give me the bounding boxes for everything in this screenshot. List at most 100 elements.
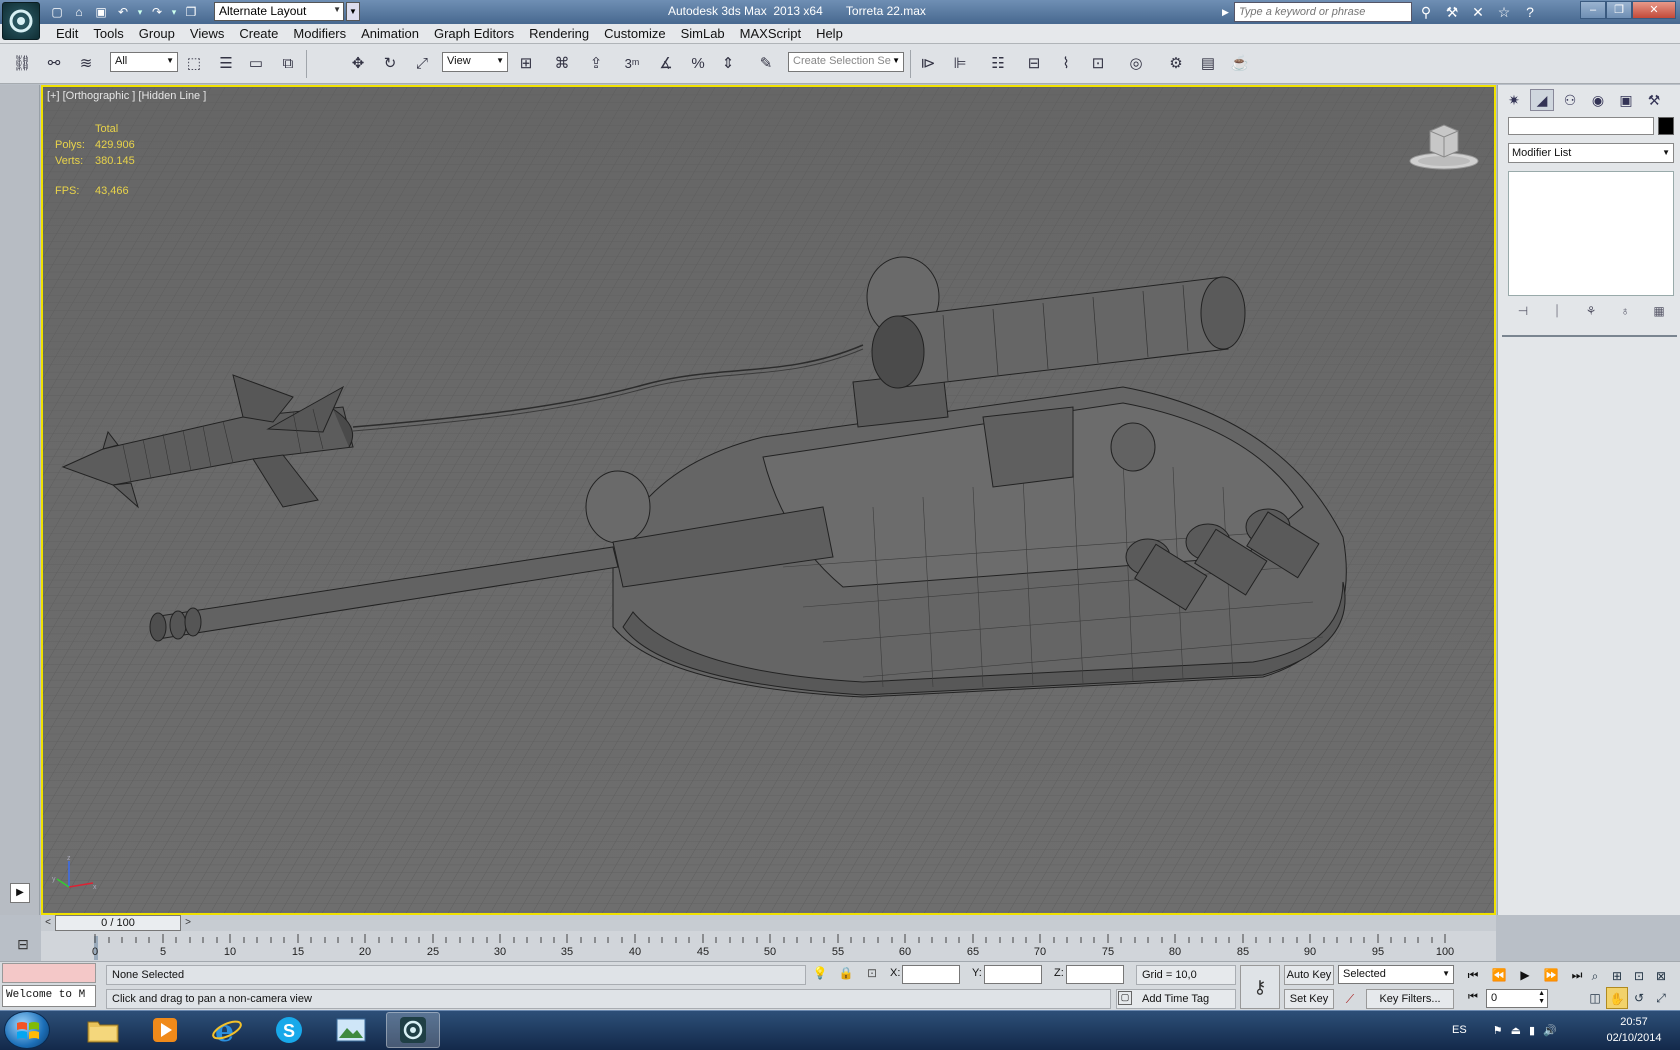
select-and-link-icon[interactable]: ⛓ (10, 51, 34, 75)
pin-stack-icon[interactable]: ⊣ (1512, 301, 1534, 321)
infocenter-search[interactable] (1234, 2, 1412, 22)
media-player-taskbar-icon[interactable] (138, 1012, 192, 1048)
play-icon[interactable]: ▶ (1514, 965, 1536, 985)
prev-frame-icon[interactable]: < (41, 915, 55, 931)
make-unique-icon[interactable]: ⚘ (1580, 301, 1602, 321)
select-object-icon[interactable]: ⬚ (182, 51, 206, 75)
menu-item-group[interactable]: Group (133, 26, 184, 42)
snaps-toggle-icon[interactable]: 3ᵐ (620, 51, 644, 75)
menu-item-rendering[interactable]: Rendering (523, 26, 598, 42)
modify-tab-icon[interactable]: ◢ (1530, 89, 1554, 111)
minimize-icon[interactable]: – (1580, 1, 1606, 19)
menu-item-create[interactable]: Create (233, 26, 287, 42)
start-button[interactable] (4, 1011, 50, 1049)
curve-editor-icon[interactable]: ⌇ (1054, 51, 1078, 75)
hierarchy-tab-icon[interactable]: ⚇ (1558, 89, 1582, 111)
3dsmax-taskbar-icon[interactable] (386, 1012, 440, 1048)
menu-item-modifiers[interactable]: Modifiers (287, 26, 355, 42)
zoom-icon[interactable]: ⌕ (1584, 965, 1606, 987)
layer-manager-icon[interactable]: ☷ (986, 51, 1010, 75)
x-coordinate-field[interactable] (902, 965, 960, 984)
photo-viewer-taskbar-icon[interactable] (324, 1012, 378, 1048)
show-end-result-icon[interactable]: ⏐ (1546, 301, 1568, 321)
select-and-scale-icon[interactable]: ⤢ (410, 51, 434, 75)
favorites-star-icon[interactable]: ☆ (1494, 2, 1514, 22)
menu-item-simlab[interactable]: SimLab (675, 26, 734, 42)
time-slider-thumb[interactable]: 0 / 100 (55, 915, 181, 931)
current-frame-field[interactable]: 0 ▲ ▼ (1486, 989, 1548, 1008)
action-center-flag-icon[interactable]: ⚑ (1493, 1024, 1503, 1037)
schematic-view-icon[interactable]: ⊡ (1086, 51, 1110, 75)
material-editor-icon[interactable]: ◎ (1124, 51, 1148, 75)
open-file-icon[interactable]: ⌂ (70, 3, 88, 21)
orbit-icon[interactable]: ↺ (1628, 987, 1650, 1009)
subscription-icon[interactable]: ⚒ (1442, 2, 1462, 22)
communication-icon[interactable]: ✕ (1468, 2, 1488, 22)
object-name-field[interactable] (1508, 117, 1654, 135)
viewcube-icon[interactable] (1406, 117, 1482, 173)
select-and-move-icon[interactable]: ✥ (346, 51, 370, 75)
volume-icon[interactable]: 🔊 (1543, 1024, 1557, 1037)
named-selection-dropdown[interactable]: Create Selection Se ▼ (788, 52, 904, 72)
select-and-rotate-icon[interactable]: ↻ (378, 51, 402, 75)
menu-item-edit[interactable]: Edit (50, 26, 87, 42)
menu-item-help[interactable]: Help (810, 26, 852, 42)
pivot-center-icon[interactable]: ⊞ (514, 51, 538, 75)
qa-customize-icon[interactable]: ▼ (346, 2, 360, 21)
previous-frame-icon[interactable]: ⏪ (1488, 965, 1510, 985)
graphite-ribbon-icon[interactable]: ⊟ (1022, 51, 1046, 75)
binoculars-icon[interactable]: ⚲ (1416, 2, 1436, 22)
create-tab-icon[interactable]: ✷ (1502, 89, 1526, 111)
display-tab-icon[interactable]: ▣ (1614, 89, 1638, 111)
time-slider[interactable]: < 0 / 100 > (41, 915, 1496, 931)
save-icon[interactable]: ▣ (92, 3, 110, 21)
motion-tab-icon[interactable]: ◉ (1586, 89, 1610, 111)
default-in-out-tangents-icon[interactable]: ⟋ (1338, 989, 1362, 1009)
mirror-icon[interactable]: ⧐ (916, 51, 940, 75)
viewport-label[interactable]: [+] [Orthographic ] [Hidden Line ] (47, 90, 206, 102)
key-mode-toggle-icon[interactable]: ⏮ (1462, 991, 1484, 1009)
remove-modifier-icon[interactable]: ♁ (1614, 301, 1636, 321)
next-frame-icon[interactable]: ⏩ (1540, 965, 1562, 985)
y-coordinate-field[interactable] (984, 965, 1042, 984)
spinner-icon[interactable]: ▲ ▼ (1538, 990, 1545, 1006)
rendered-frame-window-icon[interactable]: ▤ (1196, 51, 1220, 75)
render-setup-icon[interactable]: ⚙ (1164, 51, 1188, 75)
menu-item-views[interactable]: Views (184, 26, 233, 42)
mini-curve-editor-icon[interactable]: ⊟ (12, 936, 34, 956)
field-of-view-icon[interactable]: ◫ (1584, 987, 1606, 1009)
close-icon[interactable]: ✕ (1632, 1, 1676, 19)
menu-item-animation[interactable]: Animation (355, 26, 428, 42)
go-to-start-icon[interactable]: ⏮ (1462, 965, 1484, 985)
internet-explorer-taskbar-icon[interactable]: e (200, 1012, 254, 1048)
selection-region-icon[interactable]: ▭ (244, 51, 268, 75)
render-production-icon[interactable]: ☕ (1228, 51, 1252, 75)
pan-view-icon[interactable]: ✋ (1606, 987, 1628, 1009)
menu-item-tools[interactable]: Tools (87, 26, 132, 42)
restore-icon[interactable]: ❐ (1606, 1, 1632, 19)
network-icon[interactable]: ▮ (1529, 1024, 1535, 1037)
zoom-extents-all-icon[interactable]: ⊠ (1650, 965, 1672, 987)
window-crossing-icon[interactable]: ⧉ (276, 51, 300, 75)
isolate-selection-icon[interactable]: 💡 (810, 966, 830, 984)
explorer-taskbar-icon[interactable] (76, 1012, 130, 1048)
menu-item-maxscript[interactable]: MAXScript (734, 26, 810, 42)
edit-named-selection-icon[interactable]: ✎ (754, 51, 778, 75)
keyboard-shortcut-override-icon[interactable]: ⇪ (584, 51, 608, 75)
search-expand-icon[interactable]: ▶ (1222, 3, 1234, 21)
search-input[interactable] (1235, 3, 1411, 21)
z-coordinate-field[interactable] (1066, 965, 1124, 984)
menu-item-graph-editors[interactable]: Graph Editors (428, 26, 523, 42)
unlink-icon[interactable]: ⚯ (42, 51, 66, 75)
skype-taskbar-icon[interactable]: S (262, 1012, 316, 1048)
zoom-all-icon[interactable]: ⊞ (1606, 965, 1628, 987)
modifier-stack[interactable] (1508, 171, 1674, 296)
language-indicator[interactable]: ES (1452, 1024, 1467, 1036)
configure-modifier-sets-icon[interactable]: ▦ (1648, 301, 1670, 321)
selection-lock-icon[interactable]: 🔒 (836, 966, 856, 984)
viewport-orthographic[interactable]: [+] [Orthographic ] [Hidden Line ] Total… (41, 85, 1496, 915)
help-icon[interactable]: ? (1520, 2, 1540, 22)
menu-item-customize[interactable]: Customize (598, 26, 674, 42)
maximize-viewport-icon[interactable]: ⤢ (1650, 987, 1672, 1009)
key-filters-button[interactable]: Key Filters... (1366, 989, 1454, 1009)
